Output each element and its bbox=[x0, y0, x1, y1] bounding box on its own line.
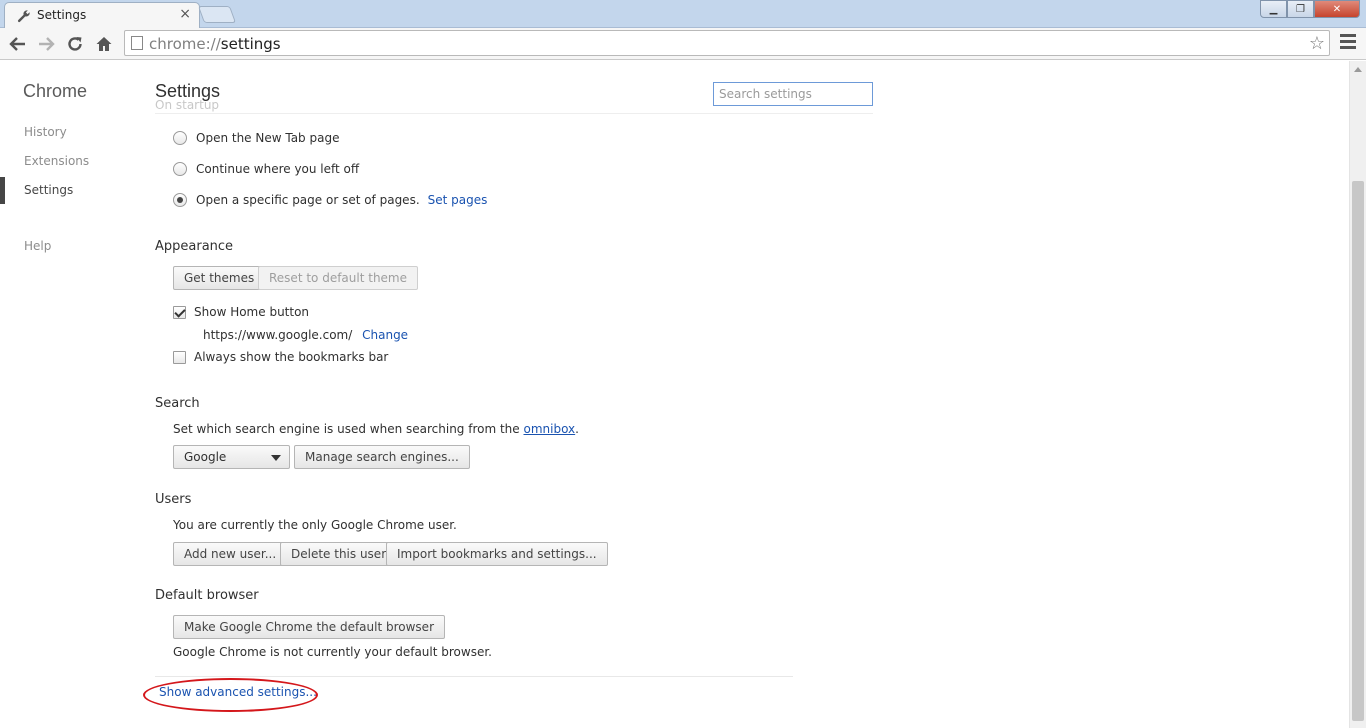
address-bar[interactable]: chrome://settings ☆ bbox=[124, 30, 1330, 56]
window-controls: ▁ ❐ ✕ bbox=[1260, 0, 1360, 18]
home-icon bbox=[96, 37, 112, 51]
startup-option-specific-pages[interactable]: Open a specific page or set of pages. Se… bbox=[173, 193, 487, 207]
radio-label: Open a specific page or set of pages. bbox=[196, 193, 420, 207]
checkbox-label: Always show the bookmarks bar bbox=[194, 350, 389, 364]
sidebar-item-help[interactable]: Help bbox=[24, 239, 51, 253]
tab-close-icon[interactable]: × bbox=[179, 6, 191, 22]
appearance-heading: Appearance bbox=[155, 239, 234, 254]
startup-option-new-tab[interactable]: Open the New Tab page bbox=[173, 131, 339, 145]
back-button[interactable] bbox=[6, 32, 30, 56]
close-window-button[interactable]: ✕ bbox=[1314, 0, 1360, 18]
omnibox-link[interactable]: omnibox bbox=[524, 422, 576, 436]
search-heading: Search bbox=[155, 396, 200, 411]
back-arrow-icon bbox=[9, 37, 25, 51]
radio-button[interactable] bbox=[173, 162, 187, 176]
change-home-link[interactable]: Change bbox=[362, 328, 408, 342]
checkbox[interactable] bbox=[173, 350, 186, 364]
scroll-thumb[interactable] bbox=[1352, 181, 1364, 721]
home-page-url-row: https://www.google.com/ Change bbox=[203, 328, 408, 342]
users-description: You are currently the only Google Chrome… bbox=[173, 518, 457, 532]
page-icon bbox=[131, 36, 143, 50]
set-pages-link[interactable]: Set pages bbox=[428, 193, 488, 207]
title-bar: Settings × ▁ ❐ ✕ bbox=[0, 0, 1366, 29]
reload-button[interactable] bbox=[63, 32, 87, 56]
url-text: chrome://settings bbox=[149, 35, 281, 53]
restore-button[interactable]: ❐ bbox=[1287, 0, 1314, 18]
sidebar-item-settings[interactable]: Settings bbox=[24, 183, 73, 197]
sidebar-item-history[interactable]: History bbox=[24, 125, 67, 139]
checkbox-label: Show Home button bbox=[194, 305, 310, 319]
forward-button[interactable] bbox=[34, 32, 58, 56]
home-button[interactable] bbox=[92, 32, 116, 56]
radio-label: Continue where you left off bbox=[196, 162, 360, 176]
radio-label: Open the New Tab page bbox=[196, 131, 340, 145]
chrome-menu-icon[interactable] bbox=[1340, 34, 1356, 52]
forward-arrow-icon bbox=[39, 37, 55, 51]
page-title: Settings bbox=[155, 81, 221, 101]
search-engine-select[interactable]: Google bbox=[173, 445, 290, 469]
search-description-text: Set which search engine is used when sea… bbox=[173, 422, 520, 436]
search-description-period: . bbox=[575, 422, 579, 436]
selected-nav-marker bbox=[0, 177, 5, 204]
new-tab-button[interactable] bbox=[197, 6, 237, 23]
users-heading: Users bbox=[155, 492, 192, 507]
delete-user-button[interactable]: Delete this user bbox=[280, 542, 398, 566]
reload-icon bbox=[68, 37, 82, 51]
dropdown-arrow-icon bbox=[271, 455, 281, 461]
tab-title: Settings bbox=[37, 8, 87, 22]
add-user-button[interactable]: Add new user... bbox=[173, 542, 288, 566]
bookmarks-bar-option[interactable]: Always show the bookmarks bar bbox=[173, 350, 388, 364]
sidebar-item-extensions[interactable]: Extensions bbox=[24, 154, 89, 168]
search-engine-value: Google bbox=[184, 450, 227, 464]
make-default-browser-button[interactable]: Make Google Chrome the default browser bbox=[173, 615, 445, 639]
tab-settings[interactable]: Settings × bbox=[4, 2, 200, 29]
show-advanced-settings-link[interactable]: Show advanced settings... bbox=[159, 685, 317, 699]
import-bookmarks-button[interactable]: Import bookmarks and settings... bbox=[386, 542, 608, 566]
home-page-url: https://www.google.com/ bbox=[203, 328, 353, 342]
startup-option-continue[interactable]: Continue where you left off bbox=[173, 162, 359, 176]
manage-search-engines-button[interactable]: Manage search engines... bbox=[294, 445, 470, 469]
header-divider bbox=[155, 113, 873, 114]
bookmark-star-icon[interactable]: ☆ bbox=[1309, 33, 1325, 54]
radio-button-selected[interactable] bbox=[173, 193, 187, 207]
nav-title: Chrome bbox=[23, 81, 88, 101]
get-themes-button[interactable]: Get themes bbox=[173, 266, 266, 290]
wrench-icon bbox=[17, 10, 30, 23]
vertical-scrollbar[interactable] bbox=[1349, 61, 1366, 728]
radio-button[interactable] bbox=[173, 131, 187, 145]
default-browser-heading: Default browser bbox=[155, 588, 259, 603]
search-settings-input[interactable] bbox=[713, 82, 873, 106]
show-home-button-option[interactable]: Show Home button bbox=[173, 305, 309, 319]
scroll-up-arrow-icon[interactable] bbox=[1354, 67, 1362, 72]
default-browser-status: Google Chrome is not currently your defa… bbox=[173, 645, 492, 659]
checkbox-checked[interactable] bbox=[173, 305, 186, 319]
reset-theme-button[interactable]: Reset to default theme bbox=[258, 266, 418, 290]
minimize-button[interactable]: ▁ bbox=[1260, 0, 1287, 18]
browser-toolbar: chrome://settings ☆ bbox=[0, 28, 1366, 60]
search-description: Set which search engine is used when sea… bbox=[173, 422, 579, 436]
footer-divider bbox=[155, 676, 793, 677]
